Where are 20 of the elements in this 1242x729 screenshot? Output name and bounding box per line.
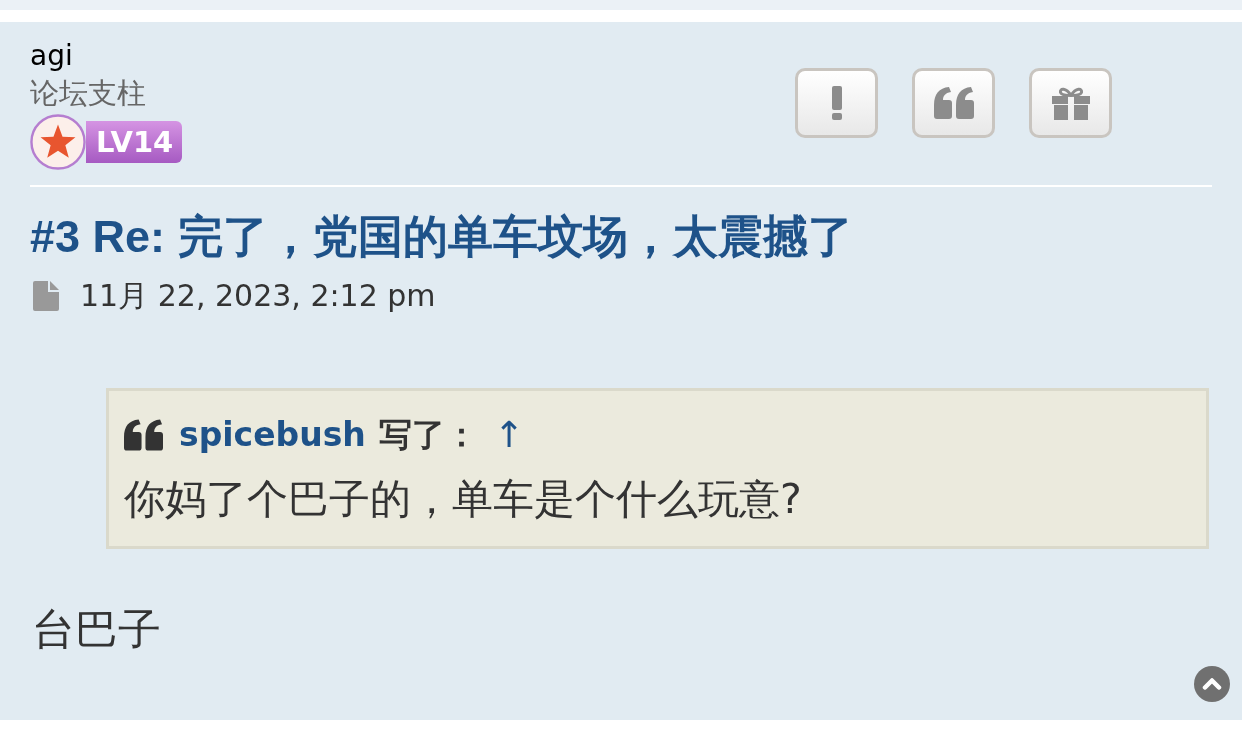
scroll-to-top-button[interactable] xyxy=(1194,666,1230,702)
post-body: 台巴子 xyxy=(32,603,162,656)
quote-text: 你妈了个巴子的，单车是个什么玩意? xyxy=(124,474,803,525)
jump-link[interactable]: ↑ xyxy=(493,409,524,461)
post-date: 11月 22, 2023, 2:12 pm xyxy=(80,278,436,314)
gift-button[interactable] xyxy=(1029,68,1112,138)
quote-icon xyxy=(124,419,163,451)
username-link[interactable]: agi xyxy=(30,40,73,72)
rank-title: 论坛支柱 xyxy=(30,75,146,112)
file-icon xyxy=(33,281,59,311)
quote-author-link[interactable]: spicebush xyxy=(179,409,366,461)
report-button[interactable] xyxy=(795,68,878,138)
chevron-up-icon xyxy=(1202,676,1222,690)
post-title[interactable]: #3 Re: 完了，党国的单车坟场，太震撼了 xyxy=(30,211,853,262)
gift-icon xyxy=(1051,86,1090,120)
level-badge: LV14 xyxy=(86,121,183,163)
quote-button[interactable] xyxy=(912,68,995,138)
quote-icon xyxy=(933,87,974,119)
exclamation-icon xyxy=(830,86,843,120)
quote-label: 写了： xyxy=(378,414,478,456)
